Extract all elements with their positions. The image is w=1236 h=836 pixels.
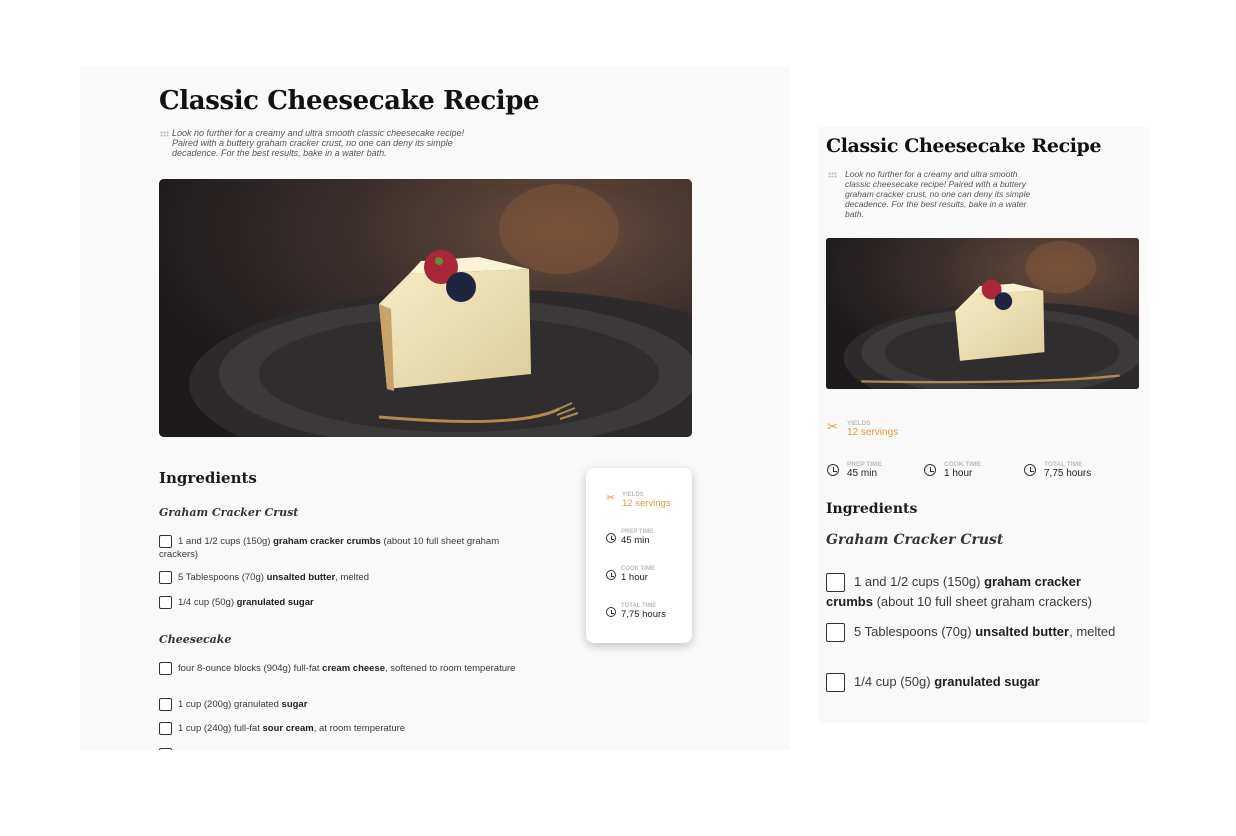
ingredient-name: granulated sugar: [934, 674, 1040, 689]
ingredient-checkbox[interactable]: [826, 623, 845, 643]
ingredient-item: four 8-ounce blocks (904g) full-fat crea…: [159, 662, 519, 675]
cheesecake-image: [826, 238, 1139, 389]
recipe-photo: [159, 179, 692, 437]
ingredient-name: unsalted butter: [975, 624, 1070, 639]
ingredient-checkbox[interactable]: [159, 596, 172, 609]
ingredient-name: graham cracker crumbs: [273, 536, 381, 548]
ingredient-item-partial: [159, 746, 539, 750]
cook-time-meta: COOK TIME 1 hour: [924, 461, 981, 479]
ingredient-checkbox[interactable]: [159, 571, 172, 584]
ingredient-amount: 5 Tablespoons (70g): [178, 572, 267, 584]
ingredient-name: unsalted butter: [266, 572, 336, 584]
recipe-title: Classic Cheesecake Recipe: [826, 135, 1102, 157]
cook-time-label: COOK TIME: [944, 461, 981, 468]
ingredient-note: (about 10 full sheet graham crackers): [872, 594, 1092, 610]
clock-icon: [1024, 464, 1036, 476]
ingredient-checkbox[interactable]: [159, 748, 172, 750]
recipe-meta-card: ✂ YIELDS 12 servings PREP TIME 45 min CO…: [586, 468, 692, 643]
ingredient-checkbox[interactable]: [826, 573, 845, 593]
prep-time-value: 45 min: [847, 468, 878, 479]
ingredient-amount: 1/4 cup (50g): [854, 674, 935, 689]
clock-icon: [827, 464, 839, 476]
ingredient-note: , softened to room temperature: [385, 663, 516, 675]
yields-value: 12 servings: [622, 498, 671, 509]
clock-icon: [606, 533, 616, 543]
clock-icon: [606, 570, 616, 580]
cook-time-meta: COOK TIME 1 hour: [606, 566, 655, 583]
desktop-recipe-preview: Classic Cheesecake Recipe Look no furthe…: [80, 67, 789, 750]
clock-icon: [606, 607, 616, 617]
ingredient-amount: 5 Tablespoons (70g): [854, 624, 976, 639]
ingredient-checkbox[interactable]: [159, 722, 172, 735]
ingredient-item: 1/4 cup (50g) granulated sugar: [826, 672, 1131, 693]
recipe-description: Look no further for a creamy and ultra s…: [172, 128, 502, 158]
drag-handle-icon[interactable]: [160, 131, 169, 137]
ingredient-checkbox[interactable]: [159, 662, 172, 675]
ingredient-item: 1 and 1/2 cups (150g) graham cracker cru…: [826, 572, 1131, 611]
description-line: Look no further for a creamy and ultra s…: [845, 169, 1018, 179]
description-line: Paired with a buttery graham cracker cru…: [172, 138, 453, 148]
description-line: bath.: [845, 209, 864, 219]
ingredient-checkbox[interactable]: [826, 673, 845, 693]
total-time-meta: TOTAL TIME 7,75 hours: [606, 603, 666, 620]
total-time-value: 7,75 hours: [621, 609, 666, 620]
ingredients-heading: Ingredients: [826, 501, 918, 517]
clock-icon: [924, 464, 936, 476]
recipe-description: Look no further for a creamy and ultra s…: [845, 169, 1075, 219]
cook-time-value: 1 hour: [944, 468, 973, 479]
prep-time-label: PREP TIME: [847, 461, 882, 468]
ingredient-name: sugar: [281, 699, 308, 711]
utensils-icon: ✂: [606, 492, 616, 504]
crust-heading: Graham Cracker Crust: [159, 506, 299, 519]
ingredient-amount: 1 and 1/2 cups (150g): [178, 536, 274, 548]
description-line: decadence. For the best results, bake in…: [845, 199, 1027, 209]
total-time-value: 7,75 hours: [1044, 468, 1092, 479]
ingredient-name: cream cheese: [322, 663, 386, 675]
prep-time-value: 45 min: [621, 535, 650, 546]
total-time-label: TOTAL TIME: [1044, 461, 1083, 468]
ingredient-amount: 1/4 cup (50g): [178, 597, 237, 609]
ingredient-amount: 1 and 1/2 cups (150g): [854, 574, 985, 589]
drag-handle-icon[interactable]: [828, 172, 837, 178]
description-line: Look no further for a creamy and ultra s…: [172, 128, 465, 138]
crust-heading: Graham Cracker Crust: [826, 532, 1004, 548]
mobile-recipe-preview: Classic Cheesecake Recipe Look no furthe…: [818, 127, 1149, 723]
description-line: decadence. For the best results, bake in…: [172, 148, 387, 158]
ingredient-item: 1 cup (240g) full-fat sour cream, at roo…: [159, 722, 539, 735]
ingredient-note: , melted: [335, 572, 369, 584]
description-line: classic cheesecake recipe! Paired with a…: [845, 179, 1026, 189]
utensils-icon: ✂: [827, 419, 838, 434]
description-line: graham cracker crust, no one can deny it…: [845, 189, 1031, 199]
ingredient-amount: four 8-ounce blocks (904g) full-fat: [178, 663, 323, 675]
yields-label: YIELDS: [847, 420, 871, 427]
ingredient-item: 1 cup (200g) granulated sugar: [159, 698, 539, 711]
ingredient-note: , at room temperature: [313, 723, 406, 735]
ingredient-amount: 1 cup (200g) granulated: [178, 699, 282, 711]
recipe-photo: [826, 238, 1139, 389]
ingredient-checkbox[interactable]: [159, 535, 172, 548]
ingredient-item: 1 and 1/2 cups (150g) graham cracker cru…: [159, 535, 539, 561]
cook-time-value: 1 hour: [621, 572, 648, 583]
ingredient-amount: 1 cup (240g) full-fat: [178, 723, 263, 735]
yields-value: 12 servings: [847, 427, 899, 438]
ingredient-note: , melted: [1069, 624, 1116, 639]
cheesecake-heading: Cheesecake: [159, 633, 232, 646]
total-time-meta: TOTAL TIME 7,75 hours: [1024, 461, 1091, 479]
ingredient-name: sour cream: [262, 723, 314, 735]
ingredient-checkbox[interactable]: [159, 698, 172, 711]
recipe-title: Classic Cheesecake Recipe: [159, 86, 540, 116]
ingredient-item: 5 Tablespoons (70g) unsalted butter, mel…: [826, 622, 1131, 643]
ingredients-heading: Ingredients: [159, 469, 257, 487]
cheesecake-image: [159, 179, 692, 437]
yields-meta: ✂ YIELDS 12 servings: [606, 492, 671, 509]
yields-meta: ✂ YIELDS 12 servings: [827, 419, 899, 439]
prep-time-meta: PREP TIME 45 min: [606, 529, 653, 546]
ingredient-item: 1/4 cup (50g) granulated sugar: [159, 596, 539, 609]
ingredient-name: granulated sugar: [236, 597, 314, 609]
ingredient-item: 5 Tablespoons (70g) unsalted butter, mel…: [159, 571, 539, 584]
prep-time-meta: PREP TIME 45 min: [827, 461, 882, 479]
